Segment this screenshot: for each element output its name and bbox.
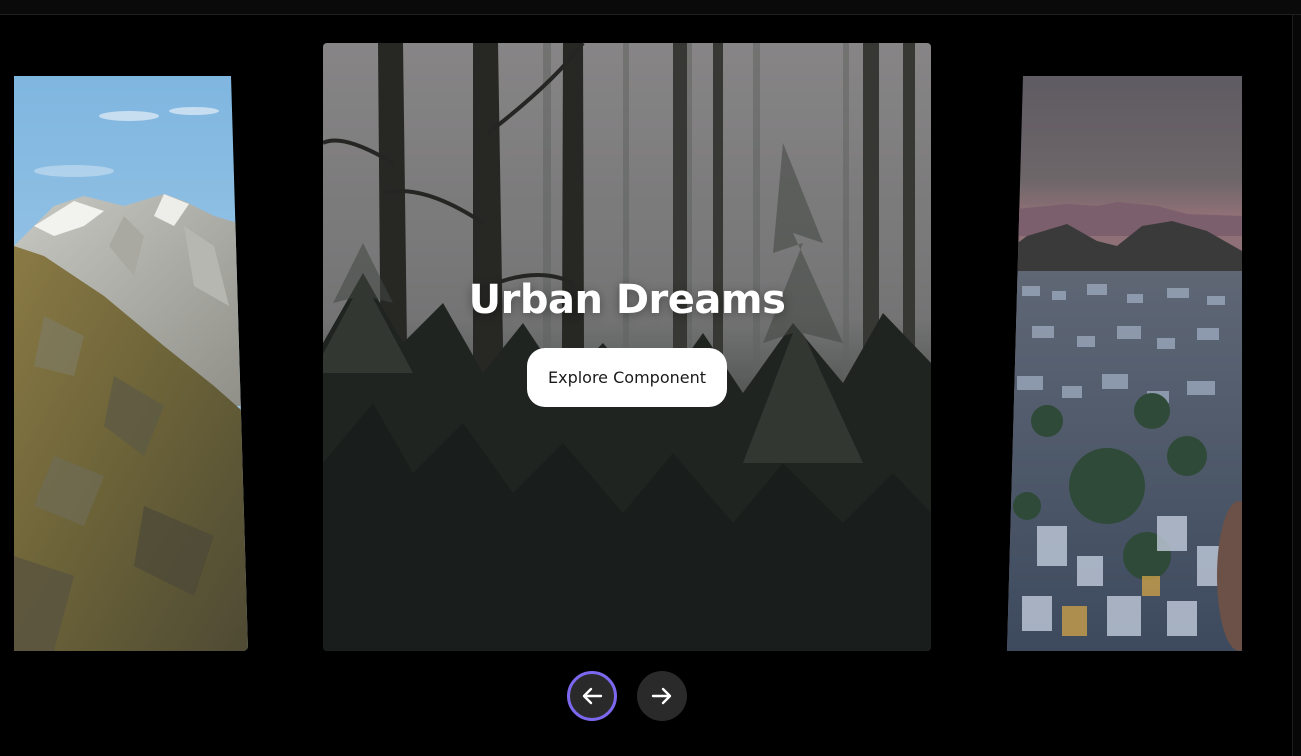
carousel: Urban Dreams Explore Component	[0, 15, 1292, 756]
mountain-image	[14, 76, 248, 651]
mountain-slide[interactable]	[14, 76, 248, 651]
city-slide[interactable]	[1007, 76, 1242, 651]
scrollbar-track	[1292, 15, 1301, 756]
slide-caption: Urban Dreams Explore Component	[323, 43, 931, 651]
explore-component-button[interactable]: Explore Component	[526, 348, 727, 407]
next-slide-button[interactable]	[637, 671, 687, 721]
prev-slide-button[interactable]	[567, 671, 617, 721]
forest-slide[interactable]: Urban Dreams Explore Component	[323, 43, 931, 651]
city-image	[1007, 76, 1242, 651]
arrow-right-icon	[651, 687, 672, 705]
slide-title: Urban Dreams	[468, 277, 786, 323]
top-bar	[0, 0, 1301, 15]
arrow-left-icon	[582, 687, 603, 705]
